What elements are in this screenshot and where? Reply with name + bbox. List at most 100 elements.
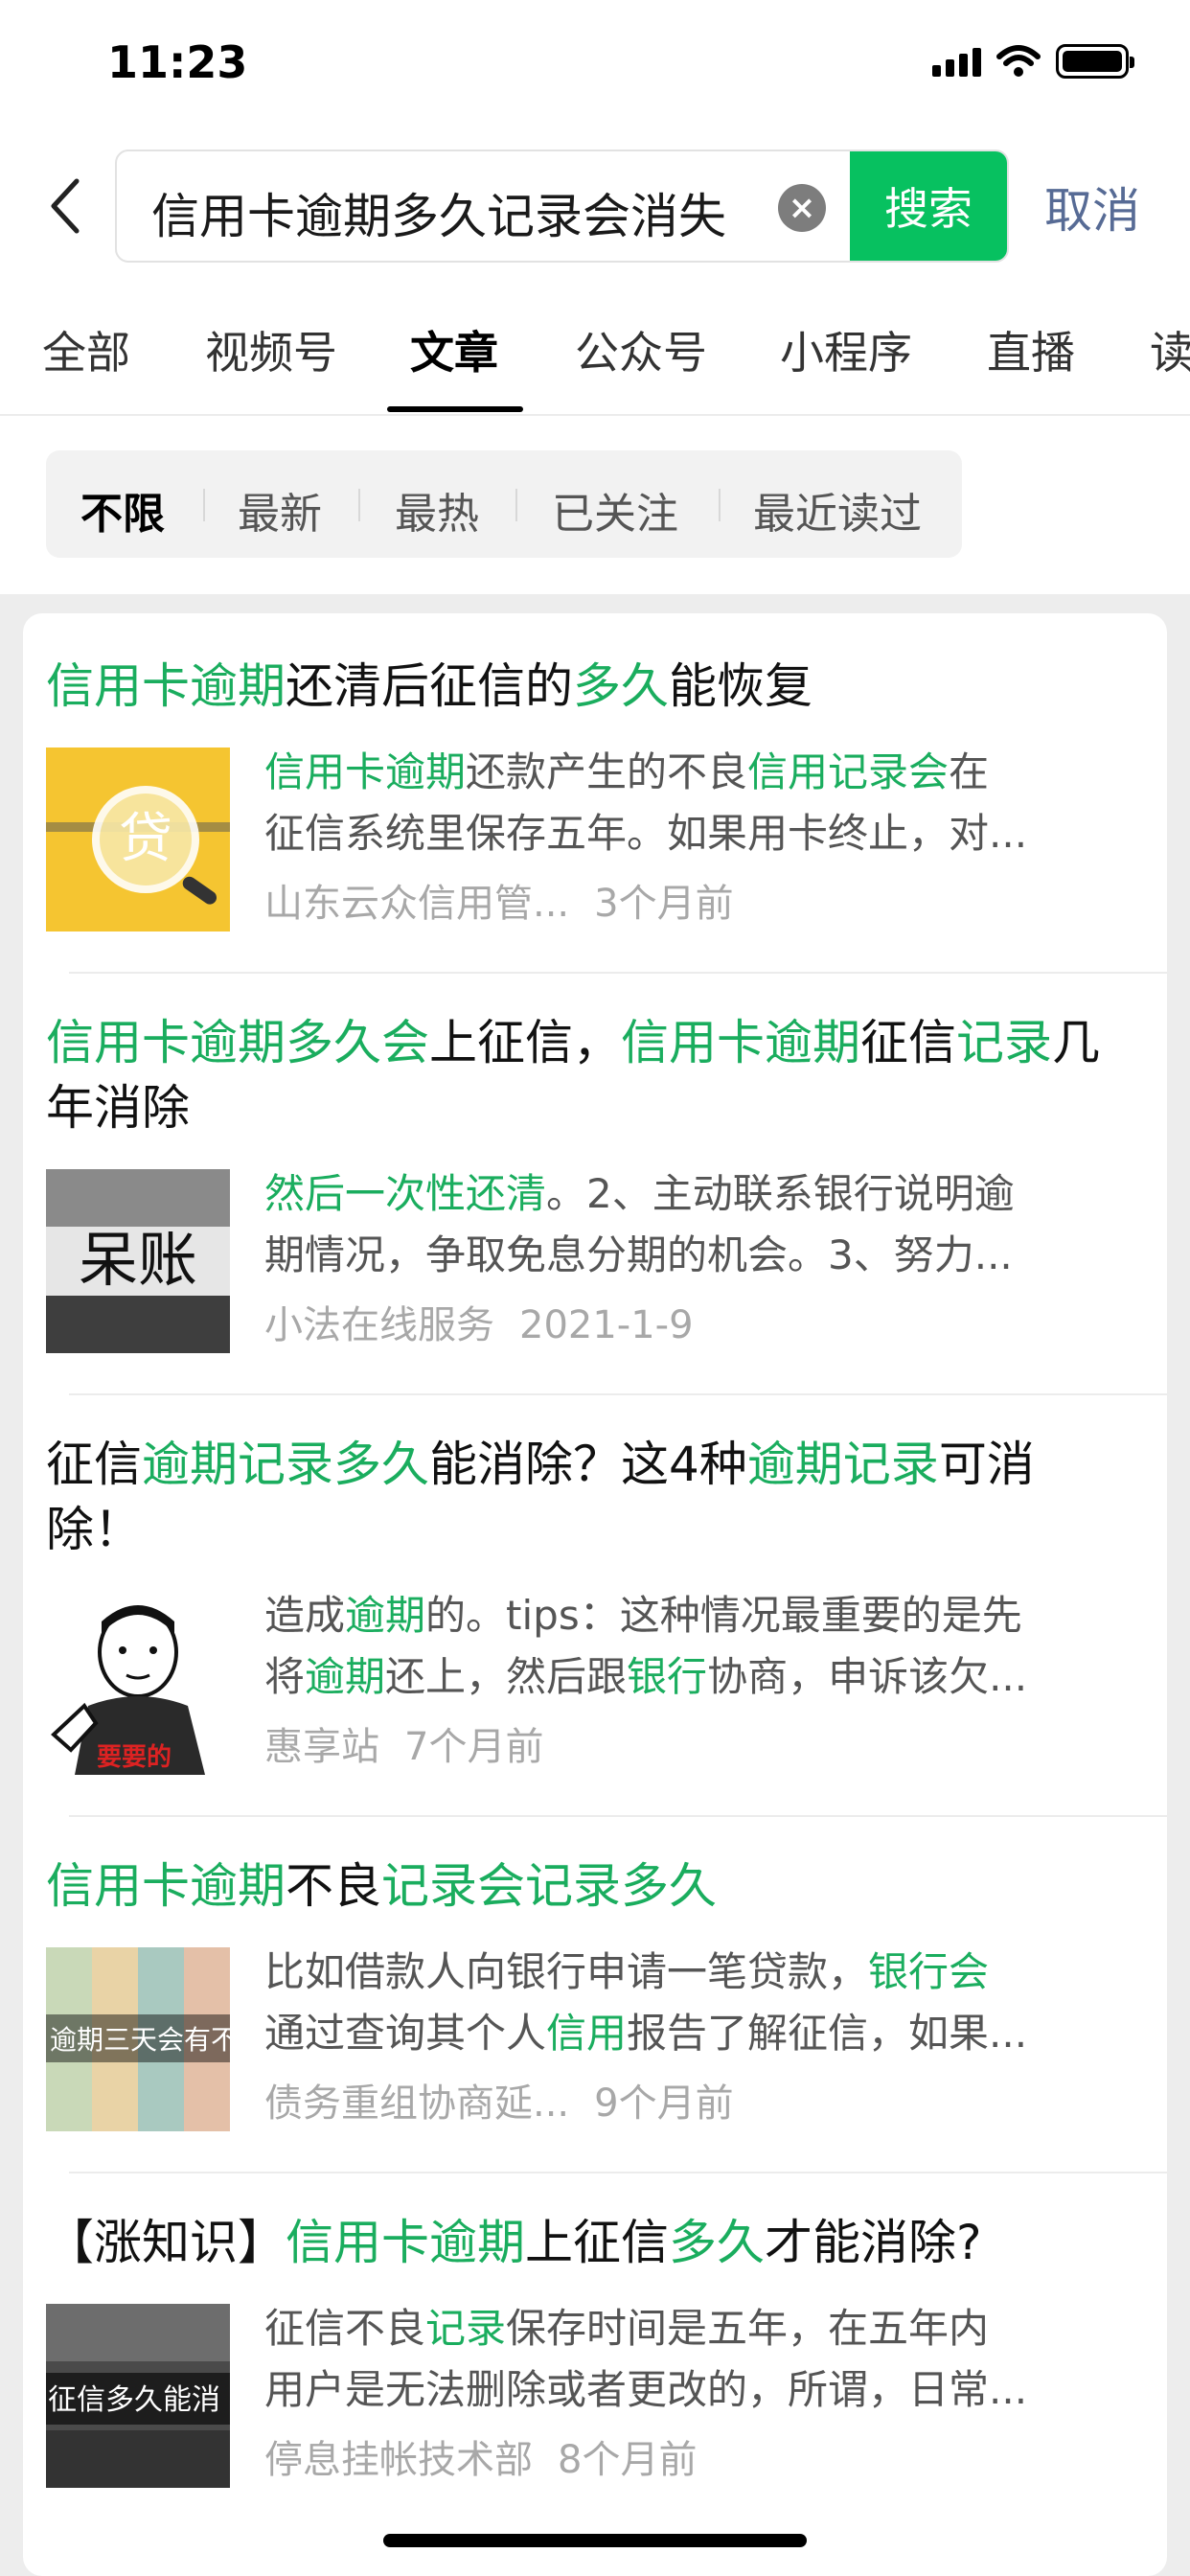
result-source[interactable]: 山东云众信用管... <box>264 882 569 926</box>
snippet-line: 征信系统里保存五年。如果用卡终止，对... <box>264 803 1127 864</box>
result-meta: 小法在线服务 2021-1-9 <box>264 1294 694 1349</box>
text-segment: 。2、主动联系银行说明逾 <box>546 1170 1015 1217</box>
result-snippet: 比如借款人向银行申请一笔贷款，银行会 通过查询其个人信用报告了解征信，如果... <box>264 1942 1127 2064</box>
result-thumbnail[interactable]: 征信多久能消 <box>46 2304 230 2488</box>
result-source[interactable]: 债务重组协商延... <box>264 2082 569 2126</box>
chevron-left-icon <box>51 178 80 234</box>
thumb-label: 要要的 <box>97 1742 172 1772</box>
snippet-line: 通过查询其个人信用报告了解征信，如果... <box>264 2003 1127 2064</box>
highlighted-keyword: 逾期记录多久 <box>142 1437 429 1492</box>
status-bar: 11:23 <box>0 0 1190 134</box>
snippet-line: 期情况，争取免息分期的机会。3、努力... <box>264 1225 1127 1286</box>
highlighted-keyword: 逾期 <box>305 1653 386 1700</box>
result-time: 3个月前 <box>594 882 734 926</box>
tab-mini-programs[interactable]: 小程序 <box>780 318 912 381</box>
thumb-label: 逾期三天会有不良 <box>50 2024 230 2056</box>
result-title[interactable]: 【涨知识】信用卡逾期上征信多久才能消除? <box>46 2210 1119 2275</box>
tab-channels[interactable]: 视频号 <box>205 318 337 381</box>
result-title[interactable]: 信用卡逾期还清后征信的多久能恢复 <box>46 654 1119 719</box>
back-button[interactable] <box>36 172 94 240</box>
text-segment: 上征信 <box>525 2215 669 2270</box>
highlighted-keyword: 记录 <box>425 2305 507 2352</box>
highlighted-keyword: 逾期记录 <box>746 1437 939 1492</box>
result-thumbnail[interactable]: 呆账 <box>46 1169 230 1353</box>
filter-followed[interactable]: 已关注 <box>552 479 678 540</box>
snippet-line: 信用卡逾期还款产生的不良信用记录会在 <box>264 742 1127 803</box>
tab-articles[interactable]: 文章 <box>410 318 498 381</box>
result-source[interactable]: 小法在线服务 <box>264 1303 494 1347</box>
text-segment: 在 <box>949 748 990 795</box>
active-tab-indicator <box>387 406 523 412</box>
filter-bar: 不限 最新 最热 已关注 最近读过 <box>46 450 962 558</box>
result-thumbnail[interactable]: 要要的 <box>46 1591 230 1775</box>
text-segment: 【涨知识】 <box>46 2215 286 2270</box>
text-segment: 还清后征信的 <box>286 658 573 714</box>
snippet-line: 用户是无法删除或者更改的，所谓，日常... <box>264 2359 1127 2421</box>
highlighted-keyword: 逾期 <box>345 1592 426 1639</box>
text-segment: 还上，然后跟 <box>385 1653 628 1700</box>
result-title[interactable]: 信用卡逾期不良记录会记录多久 <box>46 1853 1119 1919</box>
tab-read[interactable]: 读 <box>1150 318 1190 381</box>
text-segment: 征信不良 <box>264 2305 426 2352</box>
snippet-line: 然后一次性还清。2、主动联系银行说明逾 <box>264 1163 1127 1225</box>
highlighted-keyword: 信用卡逾期 <box>46 658 286 714</box>
result-divider <box>69 1393 1167 1395</box>
snippet-line: 造成逾期的。tips：这种情况最重要的是先 <box>264 1585 1127 1646</box>
highlighted-keyword: 多久 <box>573 658 669 714</box>
thumb-label: 贷 <box>119 808 172 870</box>
result-divider <box>69 972 1167 974</box>
filter-divider <box>203 489 205 521</box>
tab-live[interactable]: 直播 <box>987 318 1075 381</box>
text-segment: 报告了解征信，如果... <box>627 2010 1028 2057</box>
filter-recently-read[interactable]: 最近读过 <box>753 479 922 540</box>
result-time: 7个月前 <box>404 1725 544 1769</box>
highlighted-keyword: 信用记录会 <box>747 748 950 795</box>
filter-divider <box>515 489 517 521</box>
filter-divider <box>358 489 360 521</box>
thumb-label: 征信多久能消 <box>48 2383 220 2417</box>
search-query-text[interactable]: 信用卡逾期多久记录会消失 <box>151 178 726 247</box>
cancel-button[interactable]: 取消 <box>1044 172 1140 242</box>
snippet-line: 征信不良记录保存时间是五年，在五年内 <box>264 2298 1127 2359</box>
filter-divider <box>719 489 721 521</box>
result-divider <box>69 1815 1167 1817</box>
text-segment: 能消除？这4种 <box>429 1437 747 1492</box>
highlighted-keyword: 记录 <box>956 1015 1052 1070</box>
highlighted-keyword: 信用卡逾期 <box>286 2215 525 2270</box>
magnifier-loan-image: 贷 <box>46 748 230 932</box>
filter-latest[interactable]: 最新 <box>238 479 322 540</box>
filter-any[interactable]: 不限 <box>80 479 165 540</box>
result-thumbnail[interactable]: 贷 <box>46 748 230 932</box>
result-time: 8个月前 <box>558 2438 698 2482</box>
result-source[interactable]: 惠享站 <box>264 1725 379 1769</box>
highlighted-keyword: 信用卡逾期 <box>264 748 467 795</box>
result-meta: 停息挂帐技术部 8个月前 <box>264 2428 697 2484</box>
snippet-line: 将逾期还上，然后跟银行协商，申诉该欠... <box>264 1646 1127 1708</box>
text-segment: 用户是无法删除或者更改的，所谓，日常... <box>264 2366 1028 2413</box>
battery-icon <box>1056 44 1134 79</box>
result-time: 9个月前 <box>594 2082 734 2126</box>
tab-all[interactable]: 全部 <box>42 318 130 381</box>
result-title[interactable]: 征信逾期记录多久能消除？这4种逾期记录可消除！ <box>46 1432 1119 1562</box>
thumb-label: 呆账 <box>79 1225 197 1295</box>
text-segment: 比如借款人向银行申请一笔贷款， <box>264 1948 869 1995</box>
search-button[interactable]: 搜索 <box>850 151 1007 261</box>
text-segment: 不良 <box>286 1858 381 1914</box>
result-thumbnail[interactable]: 逾期三天会有不良 <box>46 1947 230 2131</box>
search-input[interactable]: 信用卡逾期多久记录会消失 × 搜索 <box>115 150 1009 263</box>
text-segment: 保存时间是五年，在五年内 <box>506 2305 990 2352</box>
search-header: 信用卡逾期多久记录会消失 × 搜索 取消 <box>0 144 1190 268</box>
dark-texture-image: 征信多久能消 <box>46 2304 230 2488</box>
result-title[interactable]: 信用卡逾期多久会上征信，信用卡逾期征信记录几年消除 <box>46 1010 1119 1140</box>
result-source[interactable]: 停息挂帐技术部 <box>264 2438 533 2482</box>
results-list: 信用卡逾期还清后征信的多久能恢复 贷 信用卡逾期还款产生的不良信用记录会在 征信系… <box>23 613 1167 2576</box>
filter-area: 不限 最新 最热 已关注 最近读过 <box>0 416 1190 594</box>
status-time: 11:23 <box>107 36 248 88</box>
filter-hottest[interactable]: 最热 <box>395 479 479 540</box>
highlighted-keyword: 信用卡逾期多久会 <box>46 1015 429 1070</box>
pastel-stripes-image: 逾期三天会有不良 <box>46 1947 230 2131</box>
highlighted-keyword: 信用卡逾期 <box>621 1015 860 1070</box>
highlighted-keyword: 信用卡逾期 <box>46 1858 286 1914</box>
clear-icon[interactable]: × <box>778 184 826 232</box>
tab-official-accounts[interactable]: 公众号 <box>575 318 707 381</box>
